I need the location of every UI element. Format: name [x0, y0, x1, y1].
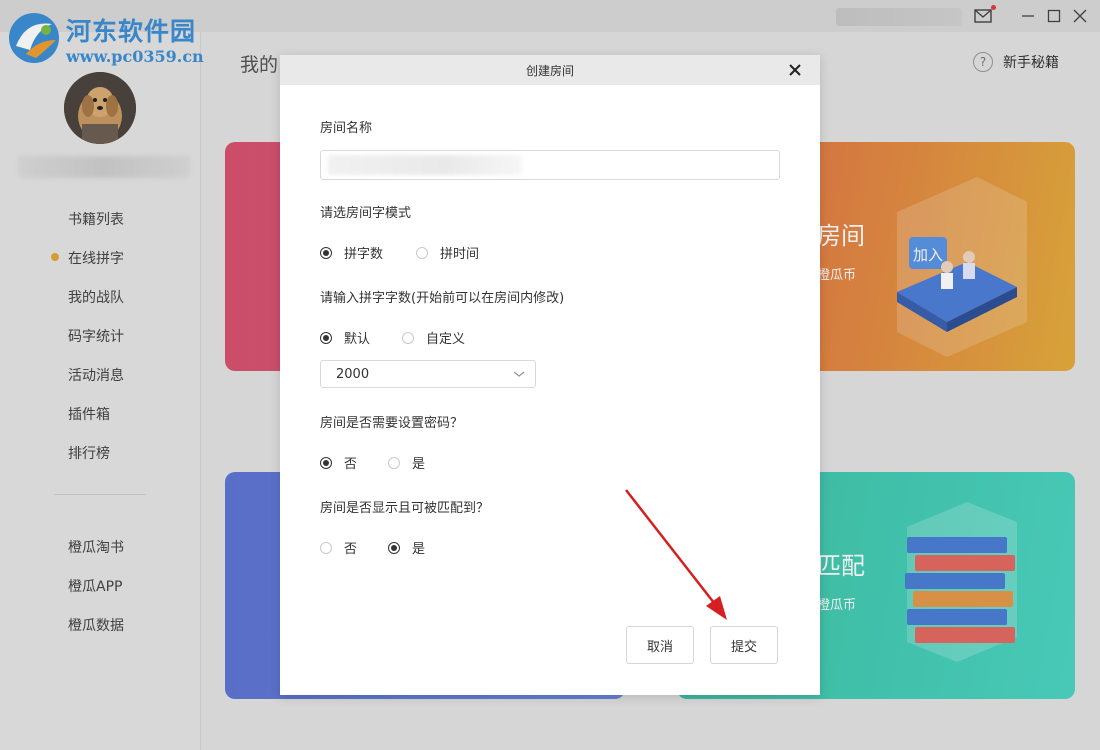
radio-label: 否: [344, 457, 358, 472]
radio-label: 否: [344, 542, 358, 557]
radio-count-default[interactable]: 默认: [320, 328, 370, 347]
radio-count-custom[interactable]: 自定义: [402, 328, 465, 347]
radio-label: 自定义: [426, 332, 466, 347]
submit-button[interactable]: 提交: [710, 626, 778, 664]
radio-password-no[interactable]: 否: [320, 453, 357, 472]
radio-label: 是: [412, 457, 426, 472]
radio-visible-no[interactable]: 否: [320, 538, 357, 557]
radio-label: 是: [412, 542, 426, 557]
mode-label: 请选房间字模式: [320, 206, 412, 221]
visibility-label: 房间是否显示且可被匹配到？: [320, 501, 490, 516]
radio-password-yes[interactable]: 是: [388, 453, 425, 472]
room-name-label: 房间名称: [320, 121, 373, 136]
radio-unchecked-icon: [320, 541, 332, 554]
password-label: 房间是否需要设置密码？: [320, 416, 464, 431]
select-value: 2000: [336, 367, 370, 382]
radio-label: 拼时间: [440, 247, 480, 262]
dialog-close-icon[interactable]: [786, 61, 804, 79]
radio-checked-icon: [320, 456, 332, 469]
chevron-down-icon: [513, 371, 525, 377]
radio-visible-yes[interactable]: 是: [388, 538, 425, 557]
radio-checked-icon: [320, 331, 332, 344]
radio-unchecked-icon: [388, 456, 400, 469]
room-name-blurred-value: [328, 155, 522, 175]
radio-checked-icon: [320, 246, 332, 259]
radio-label: 默认: [344, 332, 371, 347]
cancel-button[interactable]: 取消: [626, 626, 694, 664]
create-room-dialog: 创建房间 房间名称 请选房间字模式 拼字数 拼时间 请输入拼字字数(开始前可以在…: [280, 55, 820, 695]
radio-unchecked-icon: [402, 331, 414, 344]
radio-checked-icon: [388, 541, 400, 554]
radio-mode-time[interactable]: 拼时间: [416, 243, 479, 262]
radio-mode-word-count[interactable]: 拼字数: [320, 243, 383, 262]
radio-label: 拼字数: [344, 247, 384, 262]
dialog-header: 创建房间: [280, 55, 820, 85]
word-count-label: 请输入拼字字数(开始前可以在房间内修改): [320, 291, 565, 306]
radio-unchecked-icon: [416, 246, 428, 259]
dialog-title: 创建房间: [525, 64, 574, 78]
word-count-select[interactable]: 2000: [320, 360, 536, 388]
